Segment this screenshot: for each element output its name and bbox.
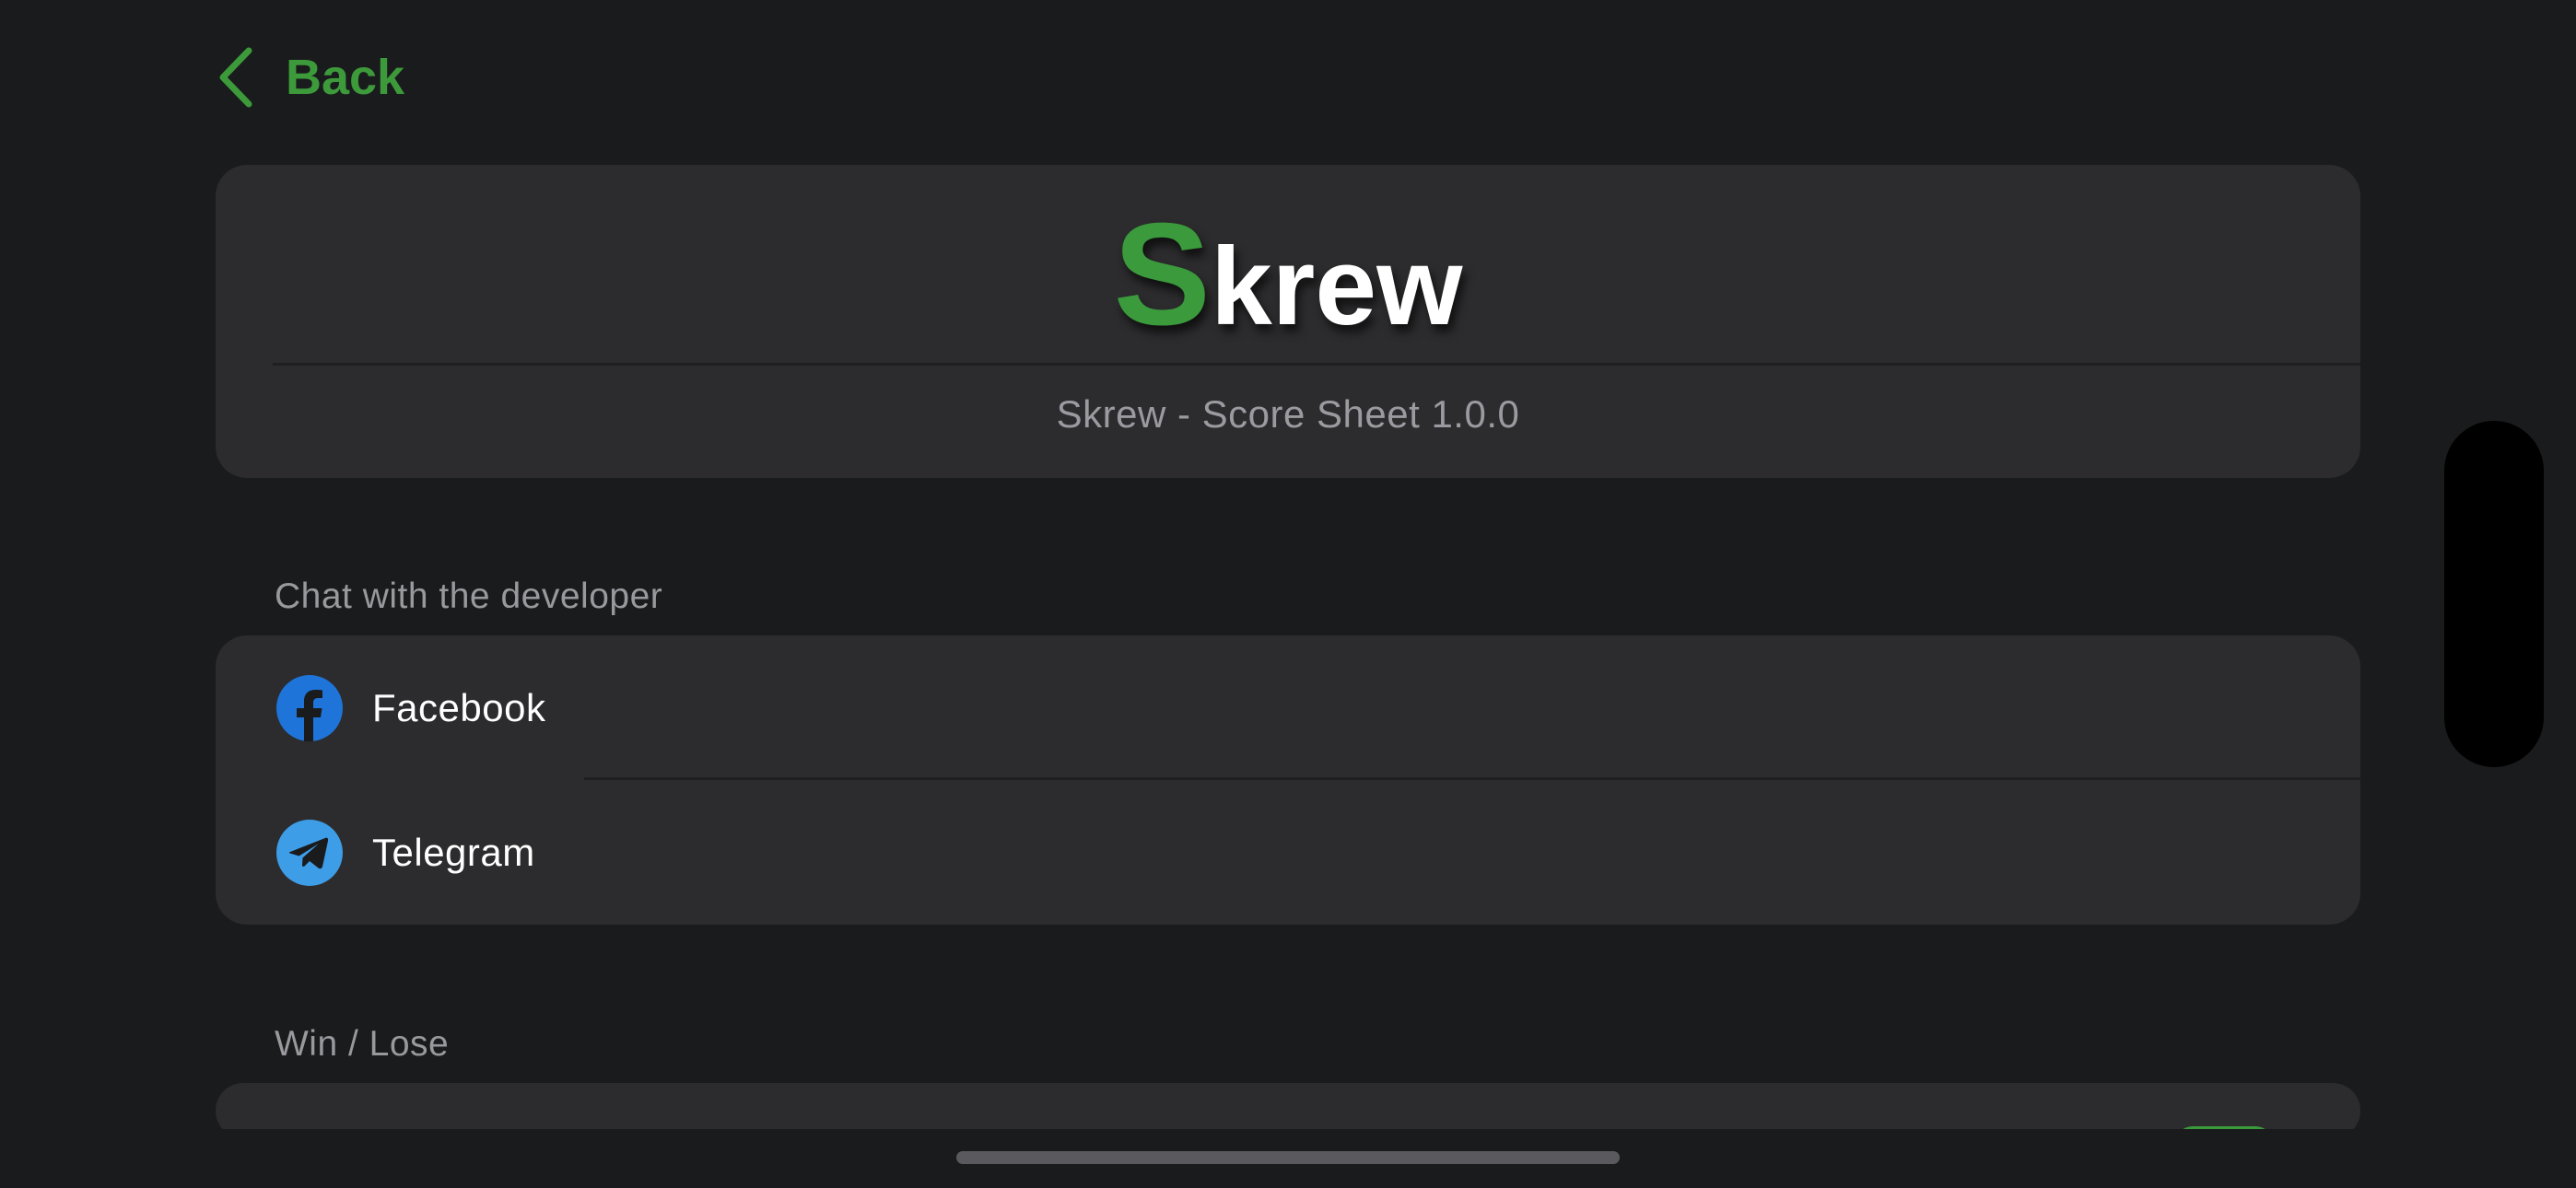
divider — [273, 363, 2360, 366]
back-label: Back — [286, 50, 405, 105]
contacts-list: Facebook Telegram — [216, 635, 2360, 925]
logo-initial: S — [1113, 193, 1211, 355]
facebook-label: Facebook — [372, 685, 546, 729]
facebook-row[interactable]: Facebook — [216, 635, 2360, 780]
scroll-handle[interactable] — [2444, 421, 2544, 767]
app-version: Skrew - Score Sheet 1.0.0 — [1056, 392, 1520, 436]
chevron-left-icon — [219, 47, 252, 108]
section-title-chat: Chat with the developer — [275, 577, 663, 616]
facebook-icon — [276, 674, 343, 741]
logo-text: krew — [1210, 225, 1463, 348]
section-title-win-lose: Win / Lose — [275, 1024, 450, 1064]
app-logo: Skrew — [216, 202, 2360, 347]
back-button[interactable]: Back — [216, 44, 404, 111]
telegram-icon — [276, 819, 343, 886]
telegram-row[interactable]: Telegram — [216, 780, 2360, 925]
home-indicator[interactable] — [956, 1151, 1620, 1164]
telegram-label: Telegram — [372, 830, 535, 874]
app-info-card: Skrew Skrew - Score Sheet 1.0.0 — [216, 165, 2360, 478]
